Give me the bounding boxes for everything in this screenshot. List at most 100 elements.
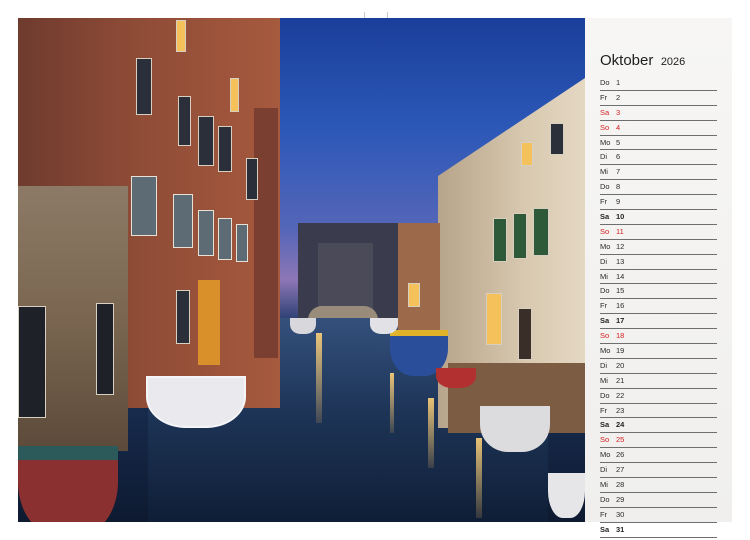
weekday-label: Mo bbox=[600, 450, 611, 460]
weekday-label: Sa bbox=[600, 524, 610, 534]
weekday-label: Sa bbox=[600, 420, 610, 430]
year-label: 2026 bbox=[660, 56, 686, 68]
window bbox=[136, 58, 152, 115]
weekday-label: Mo bbox=[600, 137, 611, 147]
day-row: Do 1 bbox=[600, 76, 717, 91]
boat-covered bbox=[146, 376, 246, 428]
weekday-label: Mi bbox=[600, 167, 608, 177]
weekday-label: Fr bbox=[600, 197, 608, 207]
day-row: Mo 26 bbox=[600, 448, 717, 464]
light-reflection bbox=[476, 438, 482, 518]
day-number: 19 bbox=[616, 346, 625, 356]
distant-building bbox=[318, 243, 373, 313]
window bbox=[513, 213, 527, 259]
boat-white bbox=[480, 406, 550, 452]
window bbox=[550, 123, 564, 155]
boat-red-cover bbox=[18, 446, 118, 522]
weekday-label: Do bbox=[600, 182, 610, 192]
weekday-label: Sa bbox=[600, 107, 610, 117]
weekday-label: So bbox=[600, 331, 610, 341]
day-number: 29 bbox=[616, 494, 625, 504]
calendar-panel: Oktober 2026 Do 1 Fr 2 Sa 3 So 4 Mo 5 Di 6 Mi 7 Do 8 Fr 9… bbox=[585, 18, 732, 538]
day-number: 24 bbox=[616, 420, 625, 430]
day-number: 16 bbox=[616, 301, 625, 311]
weekday-label: Do bbox=[600, 78, 610, 87]
day-row: So 18 bbox=[600, 329, 717, 345]
day-number: 13 bbox=[616, 256, 625, 266]
weekday-label: Fr bbox=[600, 405, 608, 415]
day-row: Fr 16 bbox=[600, 299, 717, 315]
weekday-label: Fr bbox=[600, 92, 608, 102]
window bbox=[198, 116, 214, 166]
day-row: Do 8 bbox=[600, 180, 717, 196]
day-row: Mi 7 bbox=[600, 165, 717, 181]
weekday-label: So bbox=[600, 435, 610, 445]
day-row: So 11 bbox=[600, 225, 717, 240]
day-number: 31 bbox=[616, 524, 625, 534]
window bbox=[176, 20, 186, 52]
day-row: Mo 12 bbox=[600, 240, 717, 255]
window bbox=[246, 158, 258, 200]
venice-canal-photo bbox=[18, 18, 585, 522]
day-row: Do 22 bbox=[600, 389, 717, 404]
weekday-label: Fr bbox=[600, 301, 608, 311]
day-row: Do 29 bbox=[600, 493, 717, 508]
weekday-label: Di bbox=[600, 360, 608, 370]
weekday-label: Fr bbox=[600, 509, 608, 519]
day-row: Fr 23 bbox=[600, 404, 717, 419]
window bbox=[518, 308, 532, 360]
window bbox=[533, 208, 549, 256]
day-row: Mi 14 bbox=[600, 270, 717, 285]
window bbox=[18, 306, 46, 418]
light-reflection bbox=[316, 333, 322, 423]
day-list: Do 1 Fr 2 Sa 3 So 4 Mo 5 Di 6 Mi 7 Do 8 Fr 9 Sa 10 So 11 Mo 12 D… bbox=[600, 76, 717, 538]
weekday-label: Mo bbox=[600, 346, 611, 356]
boat-white bbox=[548, 473, 585, 518]
day-row: Di 6 bbox=[600, 150, 717, 166]
window bbox=[178, 96, 191, 146]
weekday-label: Do bbox=[600, 390, 610, 400]
weekday-label: Mi bbox=[600, 480, 608, 490]
weekday-label: Mo bbox=[600, 241, 611, 251]
day-row: Di 27 bbox=[600, 463, 717, 479]
weekday-label: Di bbox=[600, 256, 608, 266]
weekday-label: Di bbox=[600, 465, 608, 475]
window bbox=[173, 194, 193, 248]
weekday-label: Do bbox=[600, 286, 610, 296]
weekday-label: So bbox=[600, 226, 610, 236]
boat-white bbox=[290, 318, 316, 334]
day-row: Fr 9 bbox=[600, 195, 717, 211]
day-number: 21 bbox=[616, 375, 625, 385]
day-number: 1 bbox=[616, 78, 621, 87]
window bbox=[131, 176, 157, 236]
window bbox=[486, 293, 502, 345]
weekday-label: Mi bbox=[600, 271, 608, 281]
day-row: So 4 bbox=[600, 121, 717, 136]
window bbox=[96, 303, 114, 395]
weekday-label: Do bbox=[600, 494, 610, 504]
window bbox=[236, 224, 248, 262]
day-number: 23 bbox=[616, 405, 625, 415]
yellow-doorway bbox=[198, 280, 220, 365]
light-reflection bbox=[390, 373, 394, 433]
day-number: 14 bbox=[616, 271, 625, 281]
weekday-label: So bbox=[600, 122, 610, 132]
day-row: Do 15 bbox=[600, 284, 717, 300]
boat-red bbox=[436, 368, 476, 388]
day-number: 22 bbox=[616, 390, 625, 400]
left-tower-edge bbox=[254, 108, 278, 358]
light-reflection bbox=[428, 398, 434, 468]
day-row: Fr 2 bbox=[600, 91, 717, 106]
day-number: 7 bbox=[616, 167, 621, 177]
day-number: 25 bbox=[616, 435, 625, 445]
window bbox=[218, 218, 232, 260]
window bbox=[218, 126, 232, 172]
day-number: 5 bbox=[616, 137, 621, 147]
day-row: Sa 3 bbox=[600, 106, 717, 121]
day-number: 18 bbox=[616, 331, 625, 341]
day-row: Mo 5 bbox=[600, 136, 717, 151]
weekday-label: Di bbox=[600, 152, 608, 162]
month-title: Oktober bbox=[600, 52, 654, 69]
window bbox=[521, 142, 533, 166]
day-row: Sa 24 bbox=[600, 418, 717, 434]
